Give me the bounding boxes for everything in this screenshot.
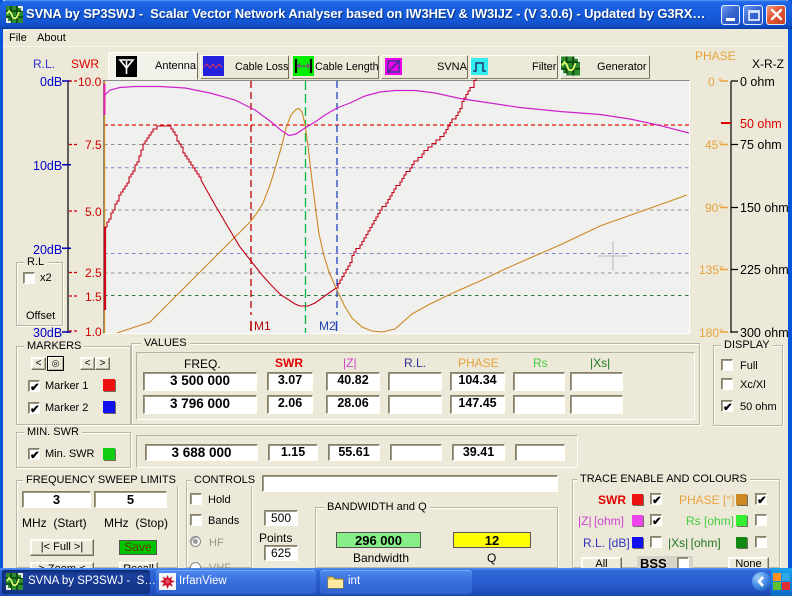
- svg-text:M1: M1: [254, 319, 271, 333]
- svg-text:M2: M2: [319, 319, 336, 333]
